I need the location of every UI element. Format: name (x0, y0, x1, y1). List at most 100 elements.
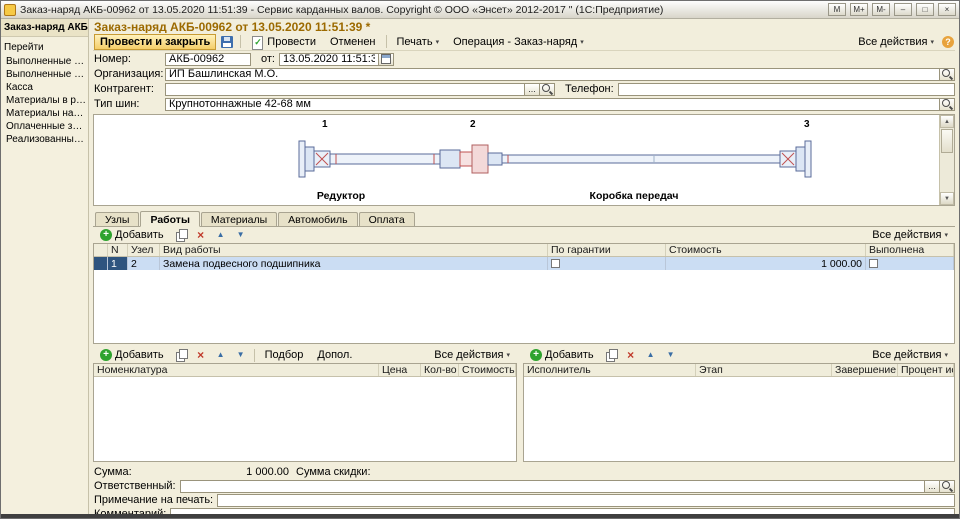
tire-type-select-button[interactable] (940, 98, 955, 111)
scale-button[interactable]: M (828, 3, 846, 16)
print-note-input[interactable] (217, 494, 955, 507)
responsible-select-button[interactable] (940, 480, 955, 493)
copy-icon (605, 349, 617, 361)
executors-copy-button[interactable] (602, 347, 620, 363)
cancelled-button[interactable]: Отменен (324, 34, 382, 50)
done-checkbox[interactable] (869, 259, 878, 268)
executors-col-percent[interactable]: Процент исполнения (898, 364, 954, 376)
works-all-actions-button[interactable]: Все действия ▾ (866, 227, 954, 243)
tab-vehicle[interactable]: Автомобиль (278, 212, 357, 226)
works-cell-n[interactable]: 1 (108, 257, 128, 270)
executors-col-executor[interactable]: Исполнитель (524, 364, 696, 376)
works-copy-button[interactable] (172, 227, 190, 243)
contractor-ellipsis-button[interactable]: ... (525, 83, 540, 96)
operation-menu-button[interactable]: Операция - Заказ-наряд ▾ (447, 34, 590, 50)
close-button[interactable]: × (938, 3, 956, 16)
works-add-button[interactable]: + Добавить (94, 227, 170, 243)
picture-canvas[interactable]: 1 2 3 (94, 115, 939, 205)
sidebar-item-stock-materials[interactable]: Материалы на складе (1, 107, 88, 120)
organization-input[interactable] (165, 68, 940, 81)
scroll-up-button[interactable]: ▲ (940, 115, 954, 128)
materials-pick-button[interactable]: Подбор (259, 347, 310, 363)
scroll-down-button[interactable]: ▼ (940, 192, 954, 205)
materials-copy-button[interactable] (172, 347, 190, 363)
materials-extra-button[interactable]: Допол. (311, 347, 358, 363)
delete-icon: × (195, 349, 207, 361)
materials-col-qty[interactable]: Кол-во (421, 364, 459, 376)
sidebar-item-employee-works[interactable]: Выполненные сотрудника... (1, 68, 88, 81)
works-move-down-button[interactable]: ▼ (232, 227, 250, 243)
organization-select-button[interactable] (940, 68, 955, 81)
works-move-up-button[interactable]: ▲ (212, 227, 230, 243)
move-down-icon: ▼ (235, 229, 247, 241)
executors-add-button[interactable]: + Добавить (524, 347, 600, 363)
works-cell-worktype[interactable]: Замена подвесного подшипника (160, 257, 548, 270)
works-col-warranty[interactable]: По гарантии (548, 244, 666, 256)
materials-delete-button[interactable]: × (192, 347, 210, 363)
save-button[interactable] (218, 34, 236, 50)
sidebar-item-completed-works[interactable]: Выполненные работы (1, 55, 88, 68)
post-document-icon: ✓ (251, 36, 264, 48)
materials-add-button[interactable]: + Добавить (94, 347, 170, 363)
number-input[interactable] (165, 53, 251, 66)
print-menu-button[interactable]: Печать ▾ (391, 34, 446, 50)
executors-col-stage[interactable]: Этап (696, 364, 832, 376)
maximize-button[interactable]: □ (916, 3, 934, 16)
post-and-close-button[interactable]: Провести и закрыть (94, 34, 216, 50)
tab-materials[interactable]: Материалы (201, 212, 277, 226)
responsible-input[interactable] (180, 480, 925, 493)
warranty-checkbox[interactable] (551, 259, 560, 268)
scroll-track[interactable] (940, 154, 954, 192)
contractor-input[interactable] (165, 83, 525, 96)
materials-col-cost[interactable]: Стоимость (459, 364, 516, 376)
tab-payment[interactable]: Оплата (359, 212, 415, 226)
works-col-n[interactable]: N (108, 244, 128, 256)
tire-type-label: Тип шин: (93, 98, 165, 110)
works-table-body[interactable]: 1 2 Замена подвесного подшипника 1 000.0… (94, 257, 954, 343)
tab-nodes[interactable]: Узлы (95, 212, 139, 226)
materials-table-body[interactable] (94, 377, 516, 461)
works-col-worktype[interactable]: Вид работы (160, 244, 548, 256)
works-cell-node[interactable]: 2 (128, 257, 160, 270)
sidebar-item-cash[interactable]: Касса (1, 81, 88, 94)
sidebar-item-reserved-materials[interactable]: Материалы в резерве (1, 94, 88, 107)
works-col-cost[interactable]: Стоимость (666, 244, 866, 256)
scale-minus-button[interactable]: M- (872, 3, 890, 16)
materials-move-up-button[interactable]: ▲ (212, 347, 230, 363)
executors-toolbar: + Добавить × ▲ ▼ Все действия ▾ (523, 347, 955, 363)
scroll-thumb[interactable] (941, 129, 953, 153)
executors-panel: + Добавить × ▲ ▼ Все действия ▾ (523, 347, 955, 462)
help-icon[interactable]: ? (942, 36, 954, 48)
works-cell-warranty[interactable] (548, 257, 666, 270)
executors-all-actions-button[interactable]: Все действия ▾ (866, 347, 954, 363)
responsible-ellipsis-button[interactable]: ... (925, 480, 940, 493)
scale-plus-button[interactable]: M+ (850, 3, 868, 16)
materials-col-price[interactable]: Цена (379, 364, 421, 376)
executors-move-up-button[interactable]: ▲ (642, 347, 660, 363)
works-cell-cost[interactable]: 1 000.00 (666, 257, 866, 270)
date-picker-button[interactable] (379, 53, 394, 66)
works-col-node[interactable]: Узел (128, 244, 160, 256)
works-cell-done[interactable] (866, 257, 954, 270)
post-button[interactable]: ✓ Провести (245, 34, 322, 50)
executors-table-body[interactable] (524, 377, 954, 461)
tab-works[interactable]: Работы (140, 211, 199, 227)
executors-move-down-button[interactable]: ▼ (662, 347, 680, 363)
sidebar-item-paid-orders[interactable]: Оплаченные заказ-наряды (1, 120, 88, 133)
executors-delete-button[interactable]: × (622, 347, 640, 363)
contractor-select-button[interactable] (540, 83, 555, 96)
materials-all-actions-button[interactable]: Все действия ▾ (428, 347, 516, 363)
works-row[interactable]: 1 2 Замена подвесного подшипника 1 000.0… (94, 257, 954, 270)
materials-move-down-button[interactable]: ▼ (232, 347, 250, 363)
materials-col-nomenclature[interactable]: Номенклатура (94, 364, 379, 376)
works-col-done[interactable]: Выполнена (866, 244, 954, 256)
materials-toolbar: + Добавить × ▲ ▼ Подбор Допол. Все дейст… (93, 347, 517, 363)
executors-col-finish[interactable]: Завершение (832, 364, 898, 376)
all-actions-button[interactable]: Все действия ▾ (852, 34, 940, 50)
phone-input[interactable] (618, 83, 955, 96)
date-input[interactable] (279, 53, 379, 66)
sidebar-item-sold-materials[interactable]: Реализованные материалы (1, 133, 88, 146)
works-delete-button[interactable]: × (192, 227, 210, 243)
minimize-button[interactable]: – (894, 3, 912, 16)
tire-type-input[interactable] (165, 98, 940, 111)
